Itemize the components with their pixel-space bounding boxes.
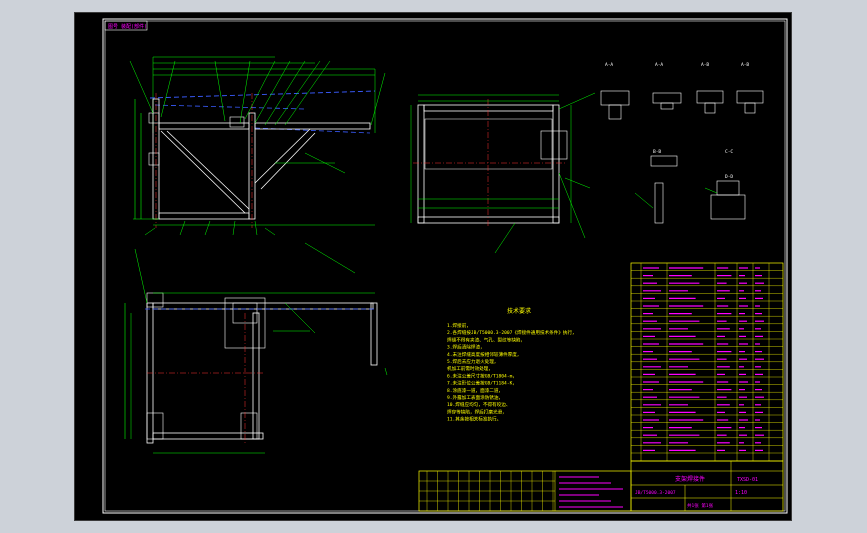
drawing-number: TXSD-01: [737, 477, 758, 483]
parts-list-table: [630, 262, 784, 462]
tech-requirement-line: 1.焊接前，: [447, 322, 471, 329]
tech-requirement-line: 焊缝不得有夹渣、气孔、裂纹等缺陷，: [447, 336, 525, 343]
section-label-4: A-B: [741, 62, 749, 68]
section-label-7: D-D: [725, 174, 733, 180]
tech-requirement-line: 9.外露加工表面涂防锈油，: [447, 394, 503, 401]
tech-requirements: 技术要求 1.焊接前，2.各焊缝按JB/T5000.3-2007《焊接件通用技术…: [447, 307, 577, 423]
section-label-5: B-B: [653, 149, 661, 155]
drawing-canvas: 图号 装配(部件) A-A A-A A-B A-B B-B C-C D-D 技术…: [102, 18, 788, 514]
title-block: 支架焊接件 TXSD-01 1:10 共1张 第1张 JB/T5000.3-20…: [630, 460, 784, 512]
tech-requirement-line: 8.涂底漆一道，面漆二道，: [447, 387, 503, 394]
tech-requirement-line: 4.未注焊缝高度按相邻较薄件厚度，: [447, 351, 521, 358]
tech-requirement-line: 11.其余按相关标准执行。: [447, 416, 501, 423]
section-label-6: C-C: [725, 149, 733, 155]
section-label-3: A-B: [701, 62, 709, 68]
tech-requirements-list: 1.焊接前，2.各焊缝按JB/T5000.3-2007《焊接件通用技术条件》执行…: [447, 322, 577, 423]
cut-list-table: [418, 470, 632, 512]
tech-requirements-heading: 技术要求: [507, 307, 531, 315]
tech-requirement-line: 5.焊后去应力退火处理，: [447, 358, 498, 365]
section-label-2: A-A: [655, 62, 663, 68]
tech-requirement-line: 10.焊缝应均匀，不得有咬边、: [447, 401, 510, 408]
tech-requirement-line: 机加工前需时效处理，: [447, 365, 493, 372]
section-label-1: A-A: [605, 62, 613, 68]
tech-requirement-line: 7.未注形位公差按GB/T1184-K，: [447, 380, 517, 387]
tech-requirement-line: 2.各焊缝按JB/T5000.3-2007《焊接件通用技术条件》执行，: [447, 329, 577, 336]
front-view: [129, 56, 386, 274]
section-details: A-A A-A A-B A-B B-B C-C D-D: [600, 62, 764, 224]
drawing-name: 支架焊接件: [675, 475, 705, 483]
tech-requirement-line: 3.焊后清除焊渣，: [447, 344, 485, 351]
tech-requirement-line: 焊穿等缺陷，焊后打磨光滑，: [447, 408, 507, 415]
title-block-tag: 图号 装配(部件): [108, 23, 147, 30]
side-view: [410, 92, 596, 254]
drawing-scale: 1:10: [735, 490, 747, 496]
drawing-standard: JB/T5000.3-2007: [635, 490, 676, 496]
tech-requirement-line: 6.未注公差尺寸按GB/T1804-m，: [447, 372, 517, 379]
cad-drawing-sheet: 图号 装配(部件) A-A A-A A-B A-B B-B C-C D-D 技术…: [74, 12, 792, 521]
drawing-sheet: 共1张 第1张: [687, 502, 714, 509]
plan-view: [124, 248, 388, 454]
drawing-inner-border: [104, 20, 786, 512]
